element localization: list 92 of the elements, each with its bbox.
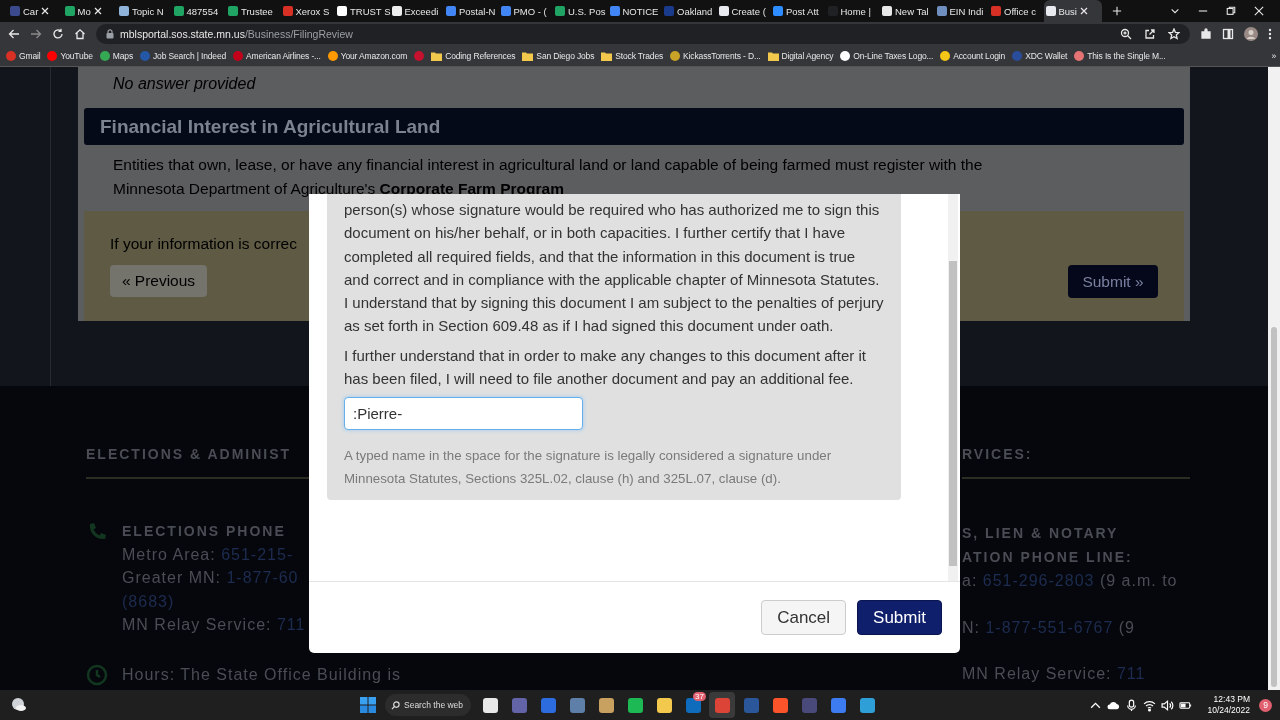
browser-tab[interactable]: Postal-N [444, 0, 498, 22]
answer-text: No answer provided [112, 74, 257, 94]
previous-button[interactable]: « Previous [110, 265, 207, 297]
reload-icon[interactable] [52, 28, 64, 40]
weather-icon[interactable] [11, 697, 27, 713]
cancel-button[interactable]: Cancel [761, 600, 847, 635]
search-field[interactable]: Search the web [385, 694, 471, 716]
contact-label: a: [962, 572, 978, 589]
unread-badge: 37 [693, 692, 706, 701]
zoom-icon[interactable] [1120, 28, 1132, 40]
browser-tab[interactable]: Create ( [716, 0, 771, 22]
back-icon[interactable] [8, 28, 20, 40]
browser-tab[interactable]: Busi [1043, 0, 1102, 22]
dialog-scrollbar[interactable] [948, 194, 958, 581]
address-bar[interactable]: mblsportal.sos.state.mn.us/Business/FilingReview [96, 24, 1190, 44]
contact-label: MN Relay Service: [962, 665, 1112, 683]
contact-label: MN Relay Service: [122, 615, 272, 633]
menu-icon[interactable] [1268, 28, 1272, 40]
statement-text: I further understand that in order to make any changes to this document after it has been filed, I will need to file another document and pay an additional fee. [344, 345, 867, 390]
close-icon[interactable] [1254, 6, 1264, 16]
microphone-icon[interactable] [1125, 698, 1139, 712]
footer-heading: RVICES: [962, 444, 1190, 479]
browser-tab[interactable]: New Tal [880, 0, 934, 22]
hours-note: (9 a.m. to [1099, 572, 1178, 589]
volume-icon[interactable] [1161, 698, 1175, 712]
browser-tab[interactable]: Office c [989, 0, 1043, 22]
browser-tab[interactable]: U.S. Pos [553, 0, 607, 22]
close-tab-icon[interactable] [93, 7, 102, 15]
sidebar-icon[interactable] [1222, 28, 1234, 40]
bookmark[interactable]: San Diego Jobs [522, 51, 595, 61]
contact-label: Metro Area: [122, 546, 216, 563]
new-tab-icon[interactable] [1112, 6, 1122, 16]
clock[interactable]: 12:43 PM 10/24/2022 [1207, 694, 1250, 716]
bookmark[interactable]: American Airlines -... [233, 51, 321, 61]
star-icon[interactable] [1168, 28, 1180, 40]
submit-button[interactable]: Submit » [1068, 265, 1158, 298]
browser-tab[interactable]: PMO - ( [498, 0, 553, 22]
bookmark[interactable]: Gmail [6, 51, 41, 61]
browser-tab[interactable]: EIN Indi [934, 0, 989, 22]
browser-tab[interactable]: Trustee [226, 0, 280, 22]
bookmark[interactable]: Digital Agency [767, 51, 834, 61]
browser-tab[interactable]: Exceedi [389, 0, 444, 22]
clock-icon [86, 664, 108, 687]
hours-text: Hours: The State Office Building is [122, 666, 401, 685]
browser-tab[interactable]: TRUST S [335, 0, 389, 22]
bookmark[interactable]: Coding References [431, 51, 516, 61]
browser-tab[interactable]: Xerox S [280, 0, 335, 22]
signature-field[interactable]: :Pierre- [344, 397, 583, 431]
chevron-down-icon[interactable] [1170, 6, 1180, 16]
contact-title: ELECTIONS PHONE [122, 522, 287, 541]
start-icon[interactable] [360, 697, 376, 713]
browser-tab[interactable]: NOTICE [607, 0, 662, 22]
url-text: mblsportal.sos.state.mn.us/Business/FilingReview [120, 28, 353, 40]
browser-tab[interactable]: Topic N [117, 0, 171, 22]
contact-title: ATION PHONE LINE: [962, 548, 1134, 567]
browser-tab[interactable]: 487554 [171, 0, 226, 22]
bookmark[interactable]: YouTube [47, 51, 93, 61]
contact-label: N: [962, 618, 980, 636]
close-tab-icon[interactable] [41, 7, 50, 15]
bookmark[interactable]: Job Search | Indeed [140, 51, 227, 61]
search-icon [391, 700, 400, 710]
close-tab-icon[interactable] [1080, 7, 1088, 15]
home-icon[interactable] [74, 28, 86, 40]
statement-text: person(s) whose signature would be required who has authorized me to sign this document on his/her behalf, or in both capacities. I further certify that I have completed all required fields, and that the information in this document is true and correct and in compliance with the applicable chapter of Minnesota Statutes. I understand that by signing this document I am subject to the penalties of perjury as set forth in Section 609.48 as if I had signed this document under oath. [344, 200, 884, 337]
bookmark[interactable]: This Is the Single M... [1074, 51, 1166, 61]
contact-label: Greater MN: [122, 569, 221, 587]
confirm-text: If your information is correc [110, 235, 298, 253]
forward-icon[interactable] [30, 28, 42, 40]
share-icon[interactable] [1144, 28, 1156, 40]
bookmark[interactable]: On-Line Taxes Logo... [840, 51, 934, 61]
bookmark[interactable]: Your Amazon.com [327, 51, 408, 61]
submit-button[interactable]: Submit [857, 600, 942, 635]
bookmark[interactable]: Stock Trades [601, 51, 664, 61]
scrollbar[interactable] [1268, 67, 1280, 690]
lock-icon [106, 29, 114, 39]
restore-icon[interactable] [1226, 6, 1236, 16]
extensions-icon[interactable] [1200, 28, 1212, 40]
bookmark[interactable]: Maps [99, 51, 133, 61]
browser-tab[interactable]: Home | [825, 0, 880, 22]
bookmark[interactable]: XDC Wallet [1012, 51, 1068, 61]
section-title: Financial Interest in Agricultural Land [100, 115, 441, 138]
hours-note: (9 [1118, 618, 1135, 636]
browser-tab[interactable]: Post Att [771, 0, 825, 22]
browser-tab[interactable]: Oakland [662, 0, 716, 22]
bookmark[interactable]: Account Login [940, 51, 1006, 61]
browser-tab[interactable]: Mo [62, 0, 117, 22]
browser-tab[interactable]: Car [8, 0, 62, 22]
more-bookmarks-button[interactable]: » [1271, 51, 1276, 61]
avatar-icon[interactable] [1244, 27, 1258, 41]
contact-title: S, LIEN & NOTARY [962, 524, 1120, 543]
wifi-icon[interactable] [1143, 698, 1157, 712]
bookmark[interactable]: KickassTorrents - D... [670, 51, 761, 61]
